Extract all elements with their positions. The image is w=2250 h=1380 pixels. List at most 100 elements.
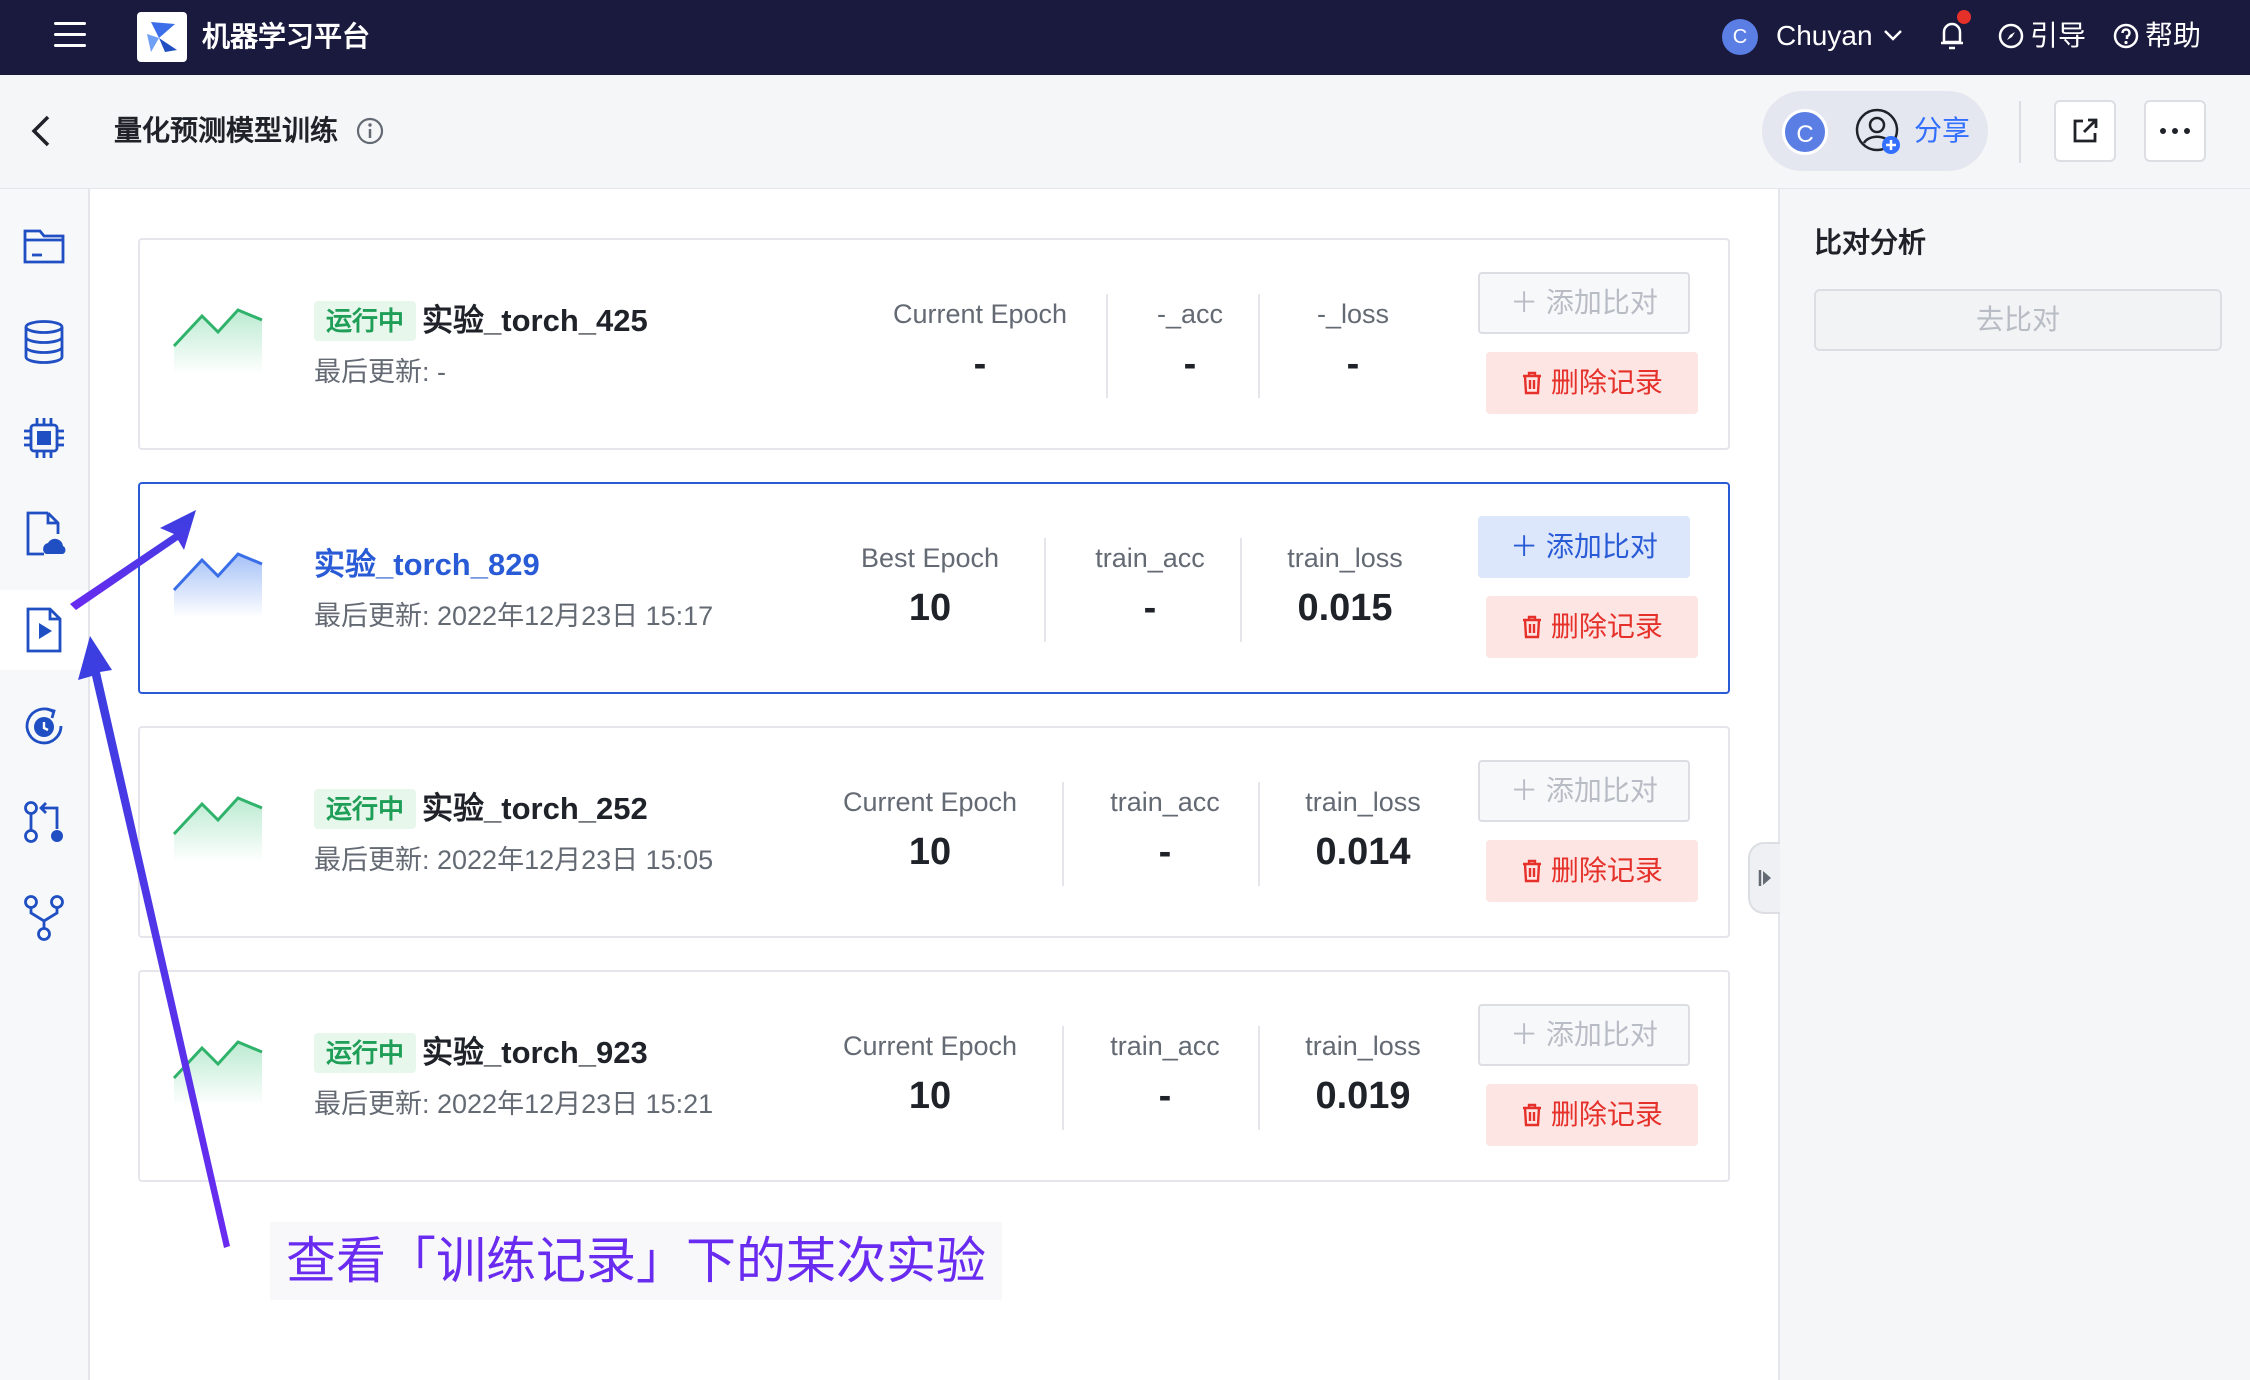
- metric-divider: [1258, 1026, 1260, 1130]
- metric-loss: train_loss 0.019: [1288, 1028, 1438, 1120]
- last-updated: 最后更新: -: [314, 357, 446, 387]
- delete-record-label: 删除记录: [1550, 855, 1663, 886]
- last-updated: 最后更新: 2022年12月23日 15:17: [314, 601, 714, 631]
- folder-icon: [23, 229, 65, 264]
- experiment-name[interactable]: 实验_torch_923: [422, 1032, 648, 1074]
- sidebar-item-compute[interactable]: [0, 398, 88, 478]
- sparkline-blue-icon: [172, 552, 263, 618]
- metric-label: -_loss: [1316, 299, 1390, 329]
- sidebar-item-branches[interactable]: [0, 878, 88, 958]
- trash-icon: [1523, 615, 1542, 639]
- guide-link[interactable]: 引导: [1998, 17, 2086, 55]
- experiment-title-row: 实验_torch_829: [314, 544, 540, 586]
- sidebar-item-database[interactable]: [0, 302, 88, 382]
- experiment-card[interactable]: 运行中 实验_torch_425 最后更新: - Current Epoch -…: [138, 238, 1730, 450]
- metric-epoch: Current Epoch -: [880, 296, 1080, 388]
- metric-loss: train_loss 0.015: [1270, 540, 1420, 632]
- user-avatar[interactable]: C: [1722, 19, 1758, 55]
- metric-divider: [1240, 538, 1242, 642]
- metric-loss: train_loss 0.014: [1288, 784, 1438, 876]
- export-icon: [2073, 118, 2098, 143]
- compare-panel-title: 比对分析: [1814, 227, 1927, 258]
- clock-refresh-icon: [25, 707, 63, 745]
- panel-collapse-handle[interactable]: [1748, 842, 1780, 914]
- export-button[interactable]: [2054, 100, 2116, 162]
- status-badge: 运行中: [314, 301, 417, 341]
- metric-label: Current Epoch: [842, 1031, 1018, 1061]
- metric-value: -: [1346, 343, 1360, 385]
- metric-epoch: Best Epoch 10: [840, 540, 1020, 632]
- metric-divider: [1258, 294, 1260, 398]
- metric-divider: [1062, 782, 1064, 886]
- trash-icon: [1523, 1103, 1542, 1127]
- metric-acc: train_acc -: [1090, 784, 1240, 876]
- collaborator-avatar[interactable]: C: [1782, 109, 1828, 155]
- sidebar-item-schedules[interactable]: [0, 686, 88, 766]
- info-icon[interactable]: [356, 117, 384, 145]
- experiment-name[interactable]: 实验_torch_425: [422, 300, 648, 342]
- add-compare-label: 添加比对: [1545, 531, 1658, 562]
- metric-value: 10: [908, 1075, 952, 1117]
- metric-label: -_acc: [1156, 299, 1224, 329]
- app-logo: [137, 12, 187, 62]
- metric-value: 0.019: [1315, 1075, 1411, 1117]
- database-icon: [24, 320, 64, 364]
- annotation-text: 查看「训练记录」下的某次实验: [270, 1222, 1002, 1300]
- add-user-icon[interactable]: [1854, 107, 1904, 157]
- chevron-down-icon[interactable]: [1882, 24, 1904, 46]
- delete-record-button[interactable]: 删除记录: [1486, 596, 1698, 658]
- help-link[interactable]: 帮助: [2113, 17, 2201, 55]
- metric-label: train_acc: [1110, 787, 1220, 817]
- add-compare-label: 添加比对: [1545, 287, 1658, 318]
- delete-record-button[interactable]: 删除记录: [1486, 352, 1698, 414]
- menu-icon[interactable]: [54, 22, 86, 50]
- delete-record-button[interactable]: 删除记录: [1486, 840, 1698, 902]
- delete-record-label: 删除记录: [1550, 611, 1663, 642]
- add-compare-button[interactable]: ＋ 添加比对: [1478, 272, 1690, 334]
- more-dots-icon: [2160, 128, 2190, 134]
- back-arrow-icon[interactable]: [26, 111, 56, 151]
- add-compare-button[interactable]: ＋ 添加比对: [1478, 760, 1690, 822]
- metric-acc: train_acc -: [1075, 540, 1225, 632]
- pipeline-icon: [24, 801, 63, 843]
- sidebar-item-training-records[interactable]: [0, 590, 88, 670]
- share-button[interactable]: 分享: [1914, 113, 1970, 149]
- left-sidebar: [0, 189, 90, 1380]
- experiment-card[interactable]: 运行中 实验_torch_923 最后更新: 2022年12月23日 15:21…: [138, 970, 1730, 1182]
- experiment-name[interactable]: 实验_torch_252: [422, 788, 648, 830]
- metric-value: -: [1143, 587, 1157, 629]
- sidebar-item-cloud-files[interactable]: [0, 494, 88, 574]
- metric-loss: -_loss -: [1288, 296, 1418, 388]
- collaborators-group: C 分享: [1762, 91, 1988, 171]
- go-compare-button[interactable]: 去比对: [1814, 289, 2222, 351]
- experiment-card-selected[interactable]: 实验_torch_829 最后更新: 2022年12月23日 15:17 Bes…: [138, 482, 1730, 694]
- status-badge: 运行中: [314, 789, 417, 829]
- metric-label: Current Epoch: [842, 787, 1018, 817]
- experiment-title-row: 运行中 实验_torch_252: [314, 788, 648, 830]
- delete-record-label: 删除记录: [1550, 1099, 1663, 1130]
- add-compare-button[interactable]: ＋ 添加比对: [1478, 1004, 1690, 1066]
- experiment-title-row: 运行中 实验_torch_923: [314, 1032, 648, 1074]
- last-updated: 最后更新: 2022年12月23日 15:05: [314, 845, 714, 875]
- last-updated: 最后更新: 2022年12月23日 15:21: [314, 1089, 714, 1119]
- metric-label: Current Epoch: [892, 299, 1068, 329]
- metric-value: -: [1183, 343, 1197, 385]
- cloud-file-icon: [26, 511, 66, 556]
- user-name[interactable]: Chuyan: [1776, 17, 1873, 55]
- metric-divider: [1258, 782, 1260, 886]
- experiment-title-row: 运行中 实验_torch_425: [314, 300, 648, 342]
- sparkline-green-icon: [172, 308, 263, 374]
- sidebar-item-pipelines[interactable]: [0, 782, 88, 862]
- metric-value: 10: [908, 587, 952, 629]
- add-compare-label: 添加比对: [1545, 775, 1658, 806]
- collapse-arrow-icon: [1758, 870, 1771, 886]
- experiment-name[interactable]: 实验_torch_829: [314, 544, 540, 586]
- delete-record-button[interactable]: 删除记录: [1486, 1084, 1698, 1146]
- metric-epoch: Current Epoch 10: [830, 784, 1030, 876]
- sidebar-item-folder[interactable]: [0, 206, 88, 286]
- notification-dot: [1957, 10, 1971, 24]
- add-compare-button[interactable]: ＋ 添加比对: [1478, 516, 1690, 578]
- metric-label: train_loss: [1305, 787, 1421, 817]
- more-button[interactable]: [2144, 100, 2206, 162]
- experiment-card[interactable]: 运行中 实验_torch_252 最后更新: 2022年12月23日 15:05…: [138, 726, 1730, 938]
